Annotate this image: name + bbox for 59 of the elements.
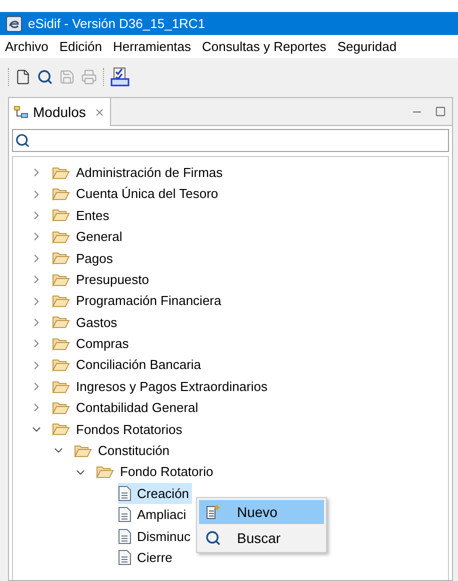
filter-field[interactable] xyxy=(12,129,449,152)
folder-icon xyxy=(52,294,70,308)
document-icon xyxy=(118,507,131,522)
tree-item[interactable]: Constitución xyxy=(74,440,173,462)
tree-item[interactable]: Fondos Rotatorios xyxy=(52,418,186,440)
folder-icon xyxy=(96,465,114,480)
view-tab-label: Modulos xyxy=(33,102,86,122)
tree-view-icon xyxy=(14,106,28,118)
new-file-icon[interactable] xyxy=(15,68,31,84)
folder-icon xyxy=(52,336,70,351)
tree-item[interactable]: Ampliaci xyxy=(118,504,190,526)
tree-item[interactable]: Entes xyxy=(52,204,112,226)
close-icon[interactable] xyxy=(94,106,105,118)
tree-item[interactable]: Disminuc xyxy=(118,526,194,548)
tree-item[interactable]: Creación xyxy=(118,482,192,504)
app-logo-icon xyxy=(6,16,22,32)
folder-icon xyxy=(52,230,70,244)
menu-item[interactable]: Seguridad xyxy=(336,36,398,56)
folder-icon xyxy=(52,400,70,415)
menu-item[interactable]: Archivo xyxy=(4,36,50,56)
folder-icon xyxy=(52,422,70,436)
document-icon xyxy=(118,486,131,502)
folder-icon xyxy=(52,272,70,287)
maximize-icon[interactable] xyxy=(435,106,446,117)
search-icon xyxy=(15,133,30,148)
window-title: eSidif - Versión D36_15_1RC1 xyxy=(28,14,206,33)
tree-item[interactable]: Administración de Firmas xyxy=(52,162,226,184)
tree-item[interactable]: Pagos xyxy=(52,248,116,269)
menu-item[interactable]: Consultas y Reportes xyxy=(201,36,328,56)
tree-item[interactable]: Compras xyxy=(52,333,132,355)
tree-item[interactable]: Ingresos y Pagos Extraordinarios xyxy=(52,376,270,398)
folder-icon xyxy=(52,208,70,222)
folder-icon xyxy=(52,315,70,330)
tree-item[interactable]: Fondo Rotatorio xyxy=(96,461,216,483)
menu-item[interactable]: Edición xyxy=(58,36,103,56)
folder-icon xyxy=(52,358,70,372)
tree-item[interactable]: Conciliación Bancaria xyxy=(52,354,204,376)
folder-icon xyxy=(74,444,92,458)
folder-icon xyxy=(52,380,70,394)
search-icon xyxy=(205,530,221,546)
view-tab[interactable]: Modulos xyxy=(9,98,111,126)
folder-icon xyxy=(52,187,70,202)
tree-item[interactable]: General xyxy=(52,226,126,248)
tree-item[interactable]: Programación Financiera xyxy=(52,290,224,312)
document-icon xyxy=(118,528,131,544)
menu-item[interactable]: Herramientas xyxy=(112,36,192,56)
document-icon xyxy=(118,550,131,566)
tree-item[interactable]: Cierre xyxy=(118,547,176,568)
search-icon[interactable] xyxy=(37,68,53,84)
folder-icon xyxy=(52,251,70,266)
context-menu-item[interactable]: Nuevo xyxy=(199,500,324,524)
checklist-icon[interactable] xyxy=(110,66,130,86)
tree-item[interactable]: Gastos xyxy=(52,312,120,334)
context-menu-item[interactable]: Buscar xyxy=(199,526,324,550)
tree-item[interactable]: Contabilidad General xyxy=(52,397,202,419)
folder-icon xyxy=(52,166,70,180)
tree-item[interactable]: Presupuesto xyxy=(52,268,152,290)
new-document-icon xyxy=(205,504,221,520)
tree-item[interactable]: Cuenta Única del Tesoro xyxy=(52,183,222,205)
